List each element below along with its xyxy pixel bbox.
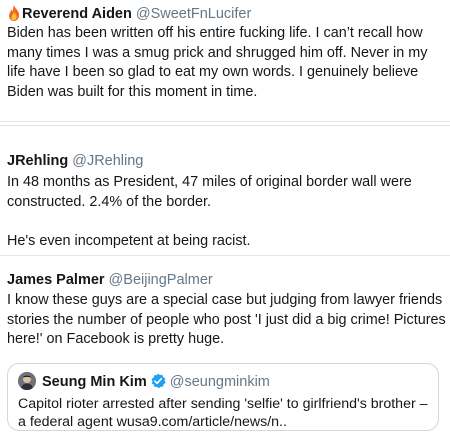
tweet-text: Biden has been written off his entire fu… (7, 25, 432, 100)
tweet-header: James Palmer @BeijingPalmer (7, 271, 213, 289)
divider (0, 125, 450, 126)
verified-badge-icon (151, 373, 166, 389)
quoted-tweet-header: Seung Min Kim @seungminkim (18, 372, 270, 392)
quoted-tweet-card[interactable]: Seung Min Kim @seungminkim Capitol riote… (7, 363, 439, 431)
divider (0, 121, 450, 122)
quoted-tweet-text: Capitol rioter arrested after sending 's… (18, 396, 428, 430)
avatar[interactable] (18, 372, 36, 390)
tweet-header: JRehling @JRehling (7, 152, 143, 170)
fire-emoji-icon (9, 5, 20, 21)
tweet-text: I know these guys are a special case but… (7, 292, 450, 347)
author-name[interactable]: JRehling (7, 153, 68, 169)
avatar-photo (18, 372, 36, 390)
author-handle[interactable]: @JRehling (72, 153, 143, 169)
author-handle[interactable]: @BeijingPalmer (109, 272, 213, 288)
divider (0, 255, 450, 256)
quoted-author-name[interactable]: Seung Min Kim (42, 374, 147, 390)
author-name[interactable]: Reverend Aiden (22, 6, 132, 22)
tweet-text: In 48 months as President, 47 miles of o… (7, 174, 412, 249)
quoted-author-handle[interactable]: @seungminkim (170, 374, 270, 390)
author-handle[interactable]: @SweetFnLucifer (136, 6, 251, 22)
author-name[interactable]: James Palmer (7, 272, 105, 288)
tweet-header: Reverend Aiden @SweetFnLucifer (7, 5, 251, 23)
